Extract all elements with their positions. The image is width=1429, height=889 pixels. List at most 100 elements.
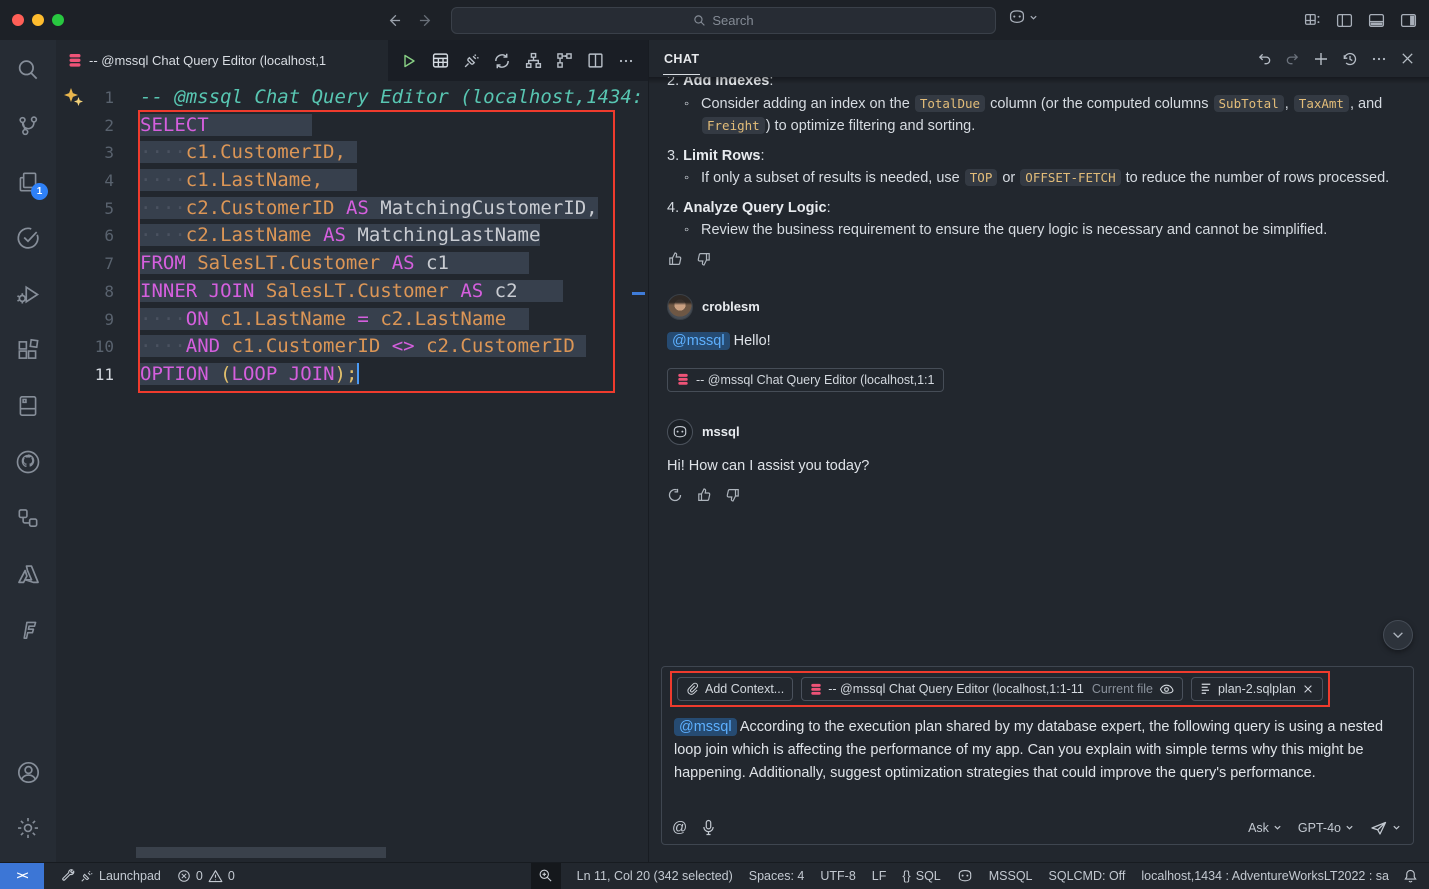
connect-button[interactable] bbox=[460, 50, 482, 72]
notifications-bell-icon[interactable] bbox=[1403, 868, 1418, 884]
undo-icon[interactable] bbox=[1257, 51, 1272, 66]
editor-tab[interactable]: -- @mssql Chat Query Editor (localhost,1 bbox=[56, 40, 388, 81]
toggle-primary-sidebar-icon[interactable] bbox=[1336, 12, 1353, 29]
settings-gear-icon bbox=[15, 815, 41, 841]
send-button[interactable] bbox=[1370, 820, 1401, 836]
sidebar-item-fabric[interactable] bbox=[4, 606, 52, 654]
chevron-down-icon bbox=[1029, 13, 1038, 22]
sidebar-item-query-history[interactable] bbox=[4, 214, 52, 262]
code-line[interactable]: ····c1.LastName, bbox=[140, 167, 648, 195]
chat-input-box[interactable]: Add Context... -- @mssql Chat Query Edit… bbox=[661, 666, 1414, 845]
title-bar: Search bbox=[0, 0, 1429, 40]
sidebar-item-source-control[interactable] bbox=[4, 102, 52, 150]
code-line[interactable]: ····ON c1.LastName = c2.LastName bbox=[140, 306, 648, 334]
mssql-status-item[interactable]: MSSQL bbox=[989, 869, 1033, 883]
add-context-button[interactable]: Add Context... bbox=[677, 677, 793, 701]
code-line[interactable]: ····c2.LastName AS MatchingLastName bbox=[140, 222, 648, 250]
cursor-position-item[interactable]: Ln 11, Col 20 (342 selected) bbox=[577, 869, 733, 883]
new-chat-icon[interactable] bbox=[1313, 51, 1329, 67]
command-search-input[interactable]: Search bbox=[451, 7, 996, 34]
error-count: 0 bbox=[196, 869, 203, 883]
attachment-chip[interactable]: -- @mssql Chat Query Editor (localhost,1… bbox=[667, 368, 944, 392]
assistant-message-tail: 2. Add Indexes:◦Consider adding an index… bbox=[667, 77, 1409, 267]
copilot-menu-button[interactable] bbox=[1008, 8, 1038, 26]
microphone-icon[interactable] bbox=[702, 819, 715, 836]
launchpad-item[interactable]: Launchpad bbox=[60, 868, 161, 883]
code-line[interactable]: ····AND c1.CustomerID <> c2.CustomerID bbox=[140, 333, 648, 361]
sidebar-item-mssql[interactable] bbox=[4, 382, 52, 430]
model-dropdown[interactable]: GPT-4o bbox=[1298, 821, 1354, 835]
zoom-window-button[interactable] bbox=[52, 14, 64, 26]
redo-icon[interactable] bbox=[1285, 51, 1300, 66]
scroll-to-bottom-button[interactable] bbox=[1383, 620, 1413, 650]
toggle-secondary-sidebar-icon[interactable] bbox=[1400, 12, 1417, 29]
code-line[interactable]: OPTION (LOOP JOIN); bbox=[140, 361, 648, 389]
regenerate-icon[interactable] bbox=[667, 487, 683, 503]
close-panel-icon[interactable] bbox=[1400, 51, 1415, 66]
thumbs-down-icon[interactable] bbox=[725, 487, 741, 503]
eol-item[interactable]: LF bbox=[872, 869, 887, 883]
code-line[interactable]: FROM SalesLT.Customer AS c1 bbox=[140, 250, 648, 278]
sidebar-item-explorer[interactable]: 1 bbox=[4, 158, 52, 206]
minimize-window-button[interactable] bbox=[32, 14, 44, 26]
remove-chip-icon[interactable] bbox=[1302, 683, 1314, 695]
sidebar-item-settings[interactable] bbox=[4, 804, 52, 852]
parse-query-button[interactable] bbox=[522, 50, 544, 72]
sidebar-item-search[interactable] bbox=[4, 46, 52, 94]
copilot-status-item[interactable] bbox=[957, 868, 973, 884]
thumbs-down-icon[interactable] bbox=[696, 251, 712, 267]
sqlcmd-item[interactable]: SQLCMD: Off bbox=[1049, 869, 1126, 883]
results-grid-button[interactable] bbox=[429, 50, 451, 72]
split-editor-button[interactable] bbox=[584, 50, 606, 72]
plan-file-chip[interactable]: plan-2.sqlplan bbox=[1191, 677, 1323, 701]
chat-input-message[interactable]: @mssql According to the execution plan s… bbox=[674, 716, 1401, 785]
code-line[interactable]: ····c2.CustomerID AS MatchingCustomerID, bbox=[140, 195, 648, 223]
mssql-mention-chip: @mssql bbox=[674, 718, 737, 736]
mssql-bot-avatar bbox=[667, 419, 693, 445]
run-query-button[interactable] bbox=[398, 50, 420, 72]
mode-dropdown[interactable]: Ask bbox=[1248, 821, 1282, 835]
horizontal-scrollbar[interactable] bbox=[136, 847, 386, 858]
search-icon bbox=[693, 14, 706, 27]
thumbs-up-icon[interactable] bbox=[696, 487, 712, 503]
sidebar-item-accounts[interactable] bbox=[4, 748, 52, 796]
indentation-item[interactable]: Spaces: 4 bbox=[749, 869, 805, 883]
search-placeholder: Search bbox=[712, 13, 753, 28]
encoding-item[interactable]: UTF-8 bbox=[820, 869, 855, 883]
code-editor[interactable]: 1234567891011 -- @mssql Chat Query Edito… bbox=[56, 81, 648, 862]
language-item[interactable]: {} SQL bbox=[902, 869, 940, 883]
go-forward-icon[interactable] bbox=[418, 13, 435, 28]
warning-count: 0 bbox=[228, 869, 235, 883]
more-actions-icon[interactable] bbox=[1371, 51, 1387, 67]
connection-item[interactable]: localhost,1434 : AdventureWorksLT2022 : … bbox=[1141, 869, 1389, 883]
close-window-button[interactable] bbox=[12, 14, 24, 26]
chat-history-icon[interactable] bbox=[1342, 51, 1358, 67]
sidebar-item-extensions[interactable] bbox=[4, 326, 52, 374]
current-file-chip[interactable]: -- @mssql Chat Query Editor (localhost,1… bbox=[801, 677, 1183, 701]
more-actions-button[interactable] bbox=[615, 50, 637, 72]
sidebar-item-run-debug[interactable] bbox=[4, 270, 52, 318]
code-line[interactable]: -- @mssql Chat Query Editor (localhost,1… bbox=[140, 84, 648, 112]
problems-item[interactable]: 0 0 bbox=[177, 869, 235, 883]
code-line[interactable]: SELECT bbox=[140, 112, 648, 140]
mssql-mention-chip[interactable]: @mssql bbox=[667, 332, 730, 350]
eye-icon[interactable] bbox=[1159, 683, 1174, 696]
chat-message-list[interactable]: 2. Add Indexes:◦Consider adding an index… bbox=[649, 77, 1429, 666]
go-back-icon[interactable] bbox=[385, 13, 402, 28]
customize-layout-icon[interactable] bbox=[1304, 12, 1321, 29]
change-connection-button[interactable] bbox=[491, 50, 513, 72]
sidebar-item-github[interactable] bbox=[4, 438, 52, 486]
toggle-panel-icon[interactable] bbox=[1368, 12, 1385, 29]
code-line[interactable]: ····c1.CustomerID, bbox=[140, 139, 648, 167]
thumbs-up-icon[interactable] bbox=[667, 251, 683, 267]
remote-indicator[interactable]: >< bbox=[0, 863, 44, 889]
sidebar-item-azure[interactable] bbox=[4, 550, 52, 598]
mention-picker-icon[interactable]: @ bbox=[672, 819, 687, 836]
sidebar-item-connections[interactable] bbox=[4, 494, 52, 542]
tab-chat[interactable]: CHAT bbox=[663, 43, 700, 75]
line-number: 7 bbox=[56, 250, 114, 278]
code-line[interactable]: INNER JOIN SalesLT.Customer AS c2 bbox=[140, 278, 648, 306]
account-icon bbox=[15, 759, 42, 786]
editor-zoom-button[interactable] bbox=[531, 863, 561, 889]
estimated-plan-button[interactable] bbox=[553, 50, 575, 72]
